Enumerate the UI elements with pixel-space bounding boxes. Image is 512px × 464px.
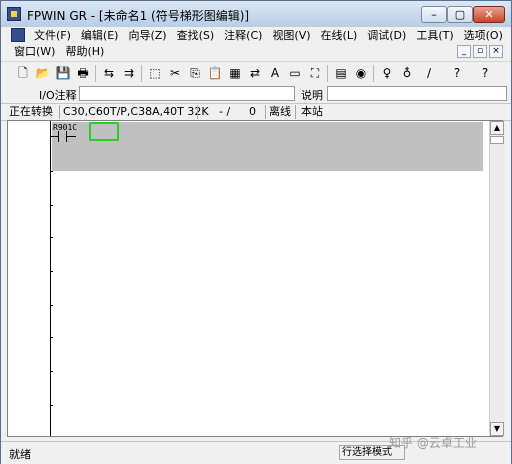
scroll-thumb[interactable] (490, 136, 504, 144)
step-count: 0 (249, 105, 256, 118)
scroll-up-button[interactable]: ▲ (490, 121, 504, 135)
menu-debug[interactable]: 调试(D) (362, 27, 411, 43)
edit-cursor[interactable] (89, 122, 119, 141)
convert-icon[interactable]: ⇆ (101, 65, 117, 81)
menu-window[interactable]: 窗口(W) (9, 43, 60, 59)
description-input[interactable] (327, 86, 507, 101)
menu-view[interactable]: 视图(V) (267, 27, 315, 43)
tool1-icon[interactable]: ♀ (379, 65, 395, 81)
mdi-restore-button[interactable]: ▫ (473, 45, 487, 58)
mdi-close-button[interactable]: × (489, 45, 503, 58)
text-icon[interactable]: A (267, 65, 283, 81)
menu-bar: 文件(F) 编辑(E) 向导(Z) 查找(S) 注释(C) 视图(V) 在线(L… (1, 27, 511, 59)
select-icon[interactable]: ⬚ (147, 65, 163, 81)
app-icon[interactable] (7, 7, 21, 21)
menu-comment[interactable]: 注释(C) (219, 27, 267, 43)
block-icon[interactable]: ▦ (227, 65, 243, 81)
contact-wire-right (66, 136, 76, 137)
io-comment-label: I/O注释 (39, 89, 77, 102)
maximize-button[interactable]: ▢ (447, 6, 473, 23)
help-icon[interactable]: ? (477, 65, 493, 81)
close-button[interactable]: ✕ (473, 6, 505, 23)
plc-status-bar: 正在转换 C30,C60T/P,C38A,40T 32K - / 0 离线 本站 (1, 103, 511, 121)
io-comment-input[interactable] (79, 86, 295, 101)
scroll-down-button[interactable]: ▼ (490, 422, 504, 436)
new-icon[interactable]: 🗋 (15, 65, 31, 81)
open-icon[interactable]: 📂 (35, 65, 51, 81)
toolbar: 🗋 📂 💾 🖶 ⇆ ⇉ ⬚ ✂ ⎘ 📋 ▦ ⇄ A ▭ ⛶ ▤ ◉ ♀ ♁ ∕ … (1, 61, 511, 87)
monitor-icon[interactable]: ▤ (333, 65, 349, 81)
convert-all-icon[interactable]: ⇉ (121, 65, 137, 81)
comment-icon[interactable]: ▭ (287, 65, 303, 81)
menu-edit[interactable]: 编辑(E) (76, 27, 124, 43)
title-bar[interactable]: FPWIN GR - [未命名1 (符号梯形图编辑)] – ▢ ✕ (1, 1, 511, 27)
vertical-scrollbar[interactable]: ▲ ▼ (489, 121, 504, 436)
application-window: FPWIN GR - [未命名1 (符号梯形图编辑)] – ▢ ✕ 文件(F) … (0, 0, 512, 464)
contact-bar-left (58, 131, 59, 142)
menu-options[interactable]: 选项(O) (459, 27, 508, 43)
watermark: 知乎 @云卓工业 (389, 436, 477, 450)
io-comment-bar: I/O注释 说明 (1, 85, 511, 103)
find-icon[interactable]: ⛶ (307, 65, 323, 81)
station-label: 本站 (301, 105, 323, 118)
menu-wizard[interactable]: 向导(Z) (123, 27, 171, 43)
plc-model: C30,C60T/P,C38A,40T 32K (63, 105, 209, 118)
copy-icon[interactable]: ⎘ (187, 65, 203, 81)
menu-search[interactable]: 查找(S) (172, 27, 220, 43)
mdi-minimize-button[interactable]: _ (457, 45, 471, 58)
tool2-icon[interactable]: ♁ (399, 65, 415, 81)
position-indicator: - / (219, 105, 231, 118)
tool4-icon[interactable]: ? (449, 65, 465, 81)
menu-file[interactable]: 文件(F) (29, 27, 76, 43)
save-icon[interactable]: 💾 (55, 65, 71, 81)
cut-icon[interactable]: ✂ (167, 65, 183, 81)
paste-icon[interactable]: 📋 (207, 65, 223, 81)
window-title: FPWIN GR - [未命名1 (符号梯形图编辑)] (27, 9, 250, 23)
ladder-editor[interactable]: R901C ▲ ▼ (7, 120, 504, 437)
menu-help[interactable]: 帮助(H) (60, 43, 109, 59)
left-power-rail (50, 121, 51, 436)
replace-icon[interactable]: ⇄ (247, 65, 263, 81)
description-label: 说明 (301, 89, 323, 102)
minimize-button[interactable]: – (421, 6, 447, 23)
tool3-icon[interactable]: ∕ (421, 65, 437, 81)
menu-online[interactable]: 在线(L) (316, 27, 363, 43)
conversion-state: 正在转换 (9, 105, 53, 118)
ready-status: 就绪 (9, 448, 31, 461)
print-icon[interactable]: 🖶 (75, 65, 91, 81)
online-state: 离线 (269, 105, 291, 118)
record-icon[interactable]: ◉ (353, 65, 369, 81)
menu-tools[interactable]: 工具(T) (411, 27, 458, 43)
document-icon[interactable] (11, 28, 25, 42)
contact-wire-left (51, 136, 58, 137)
